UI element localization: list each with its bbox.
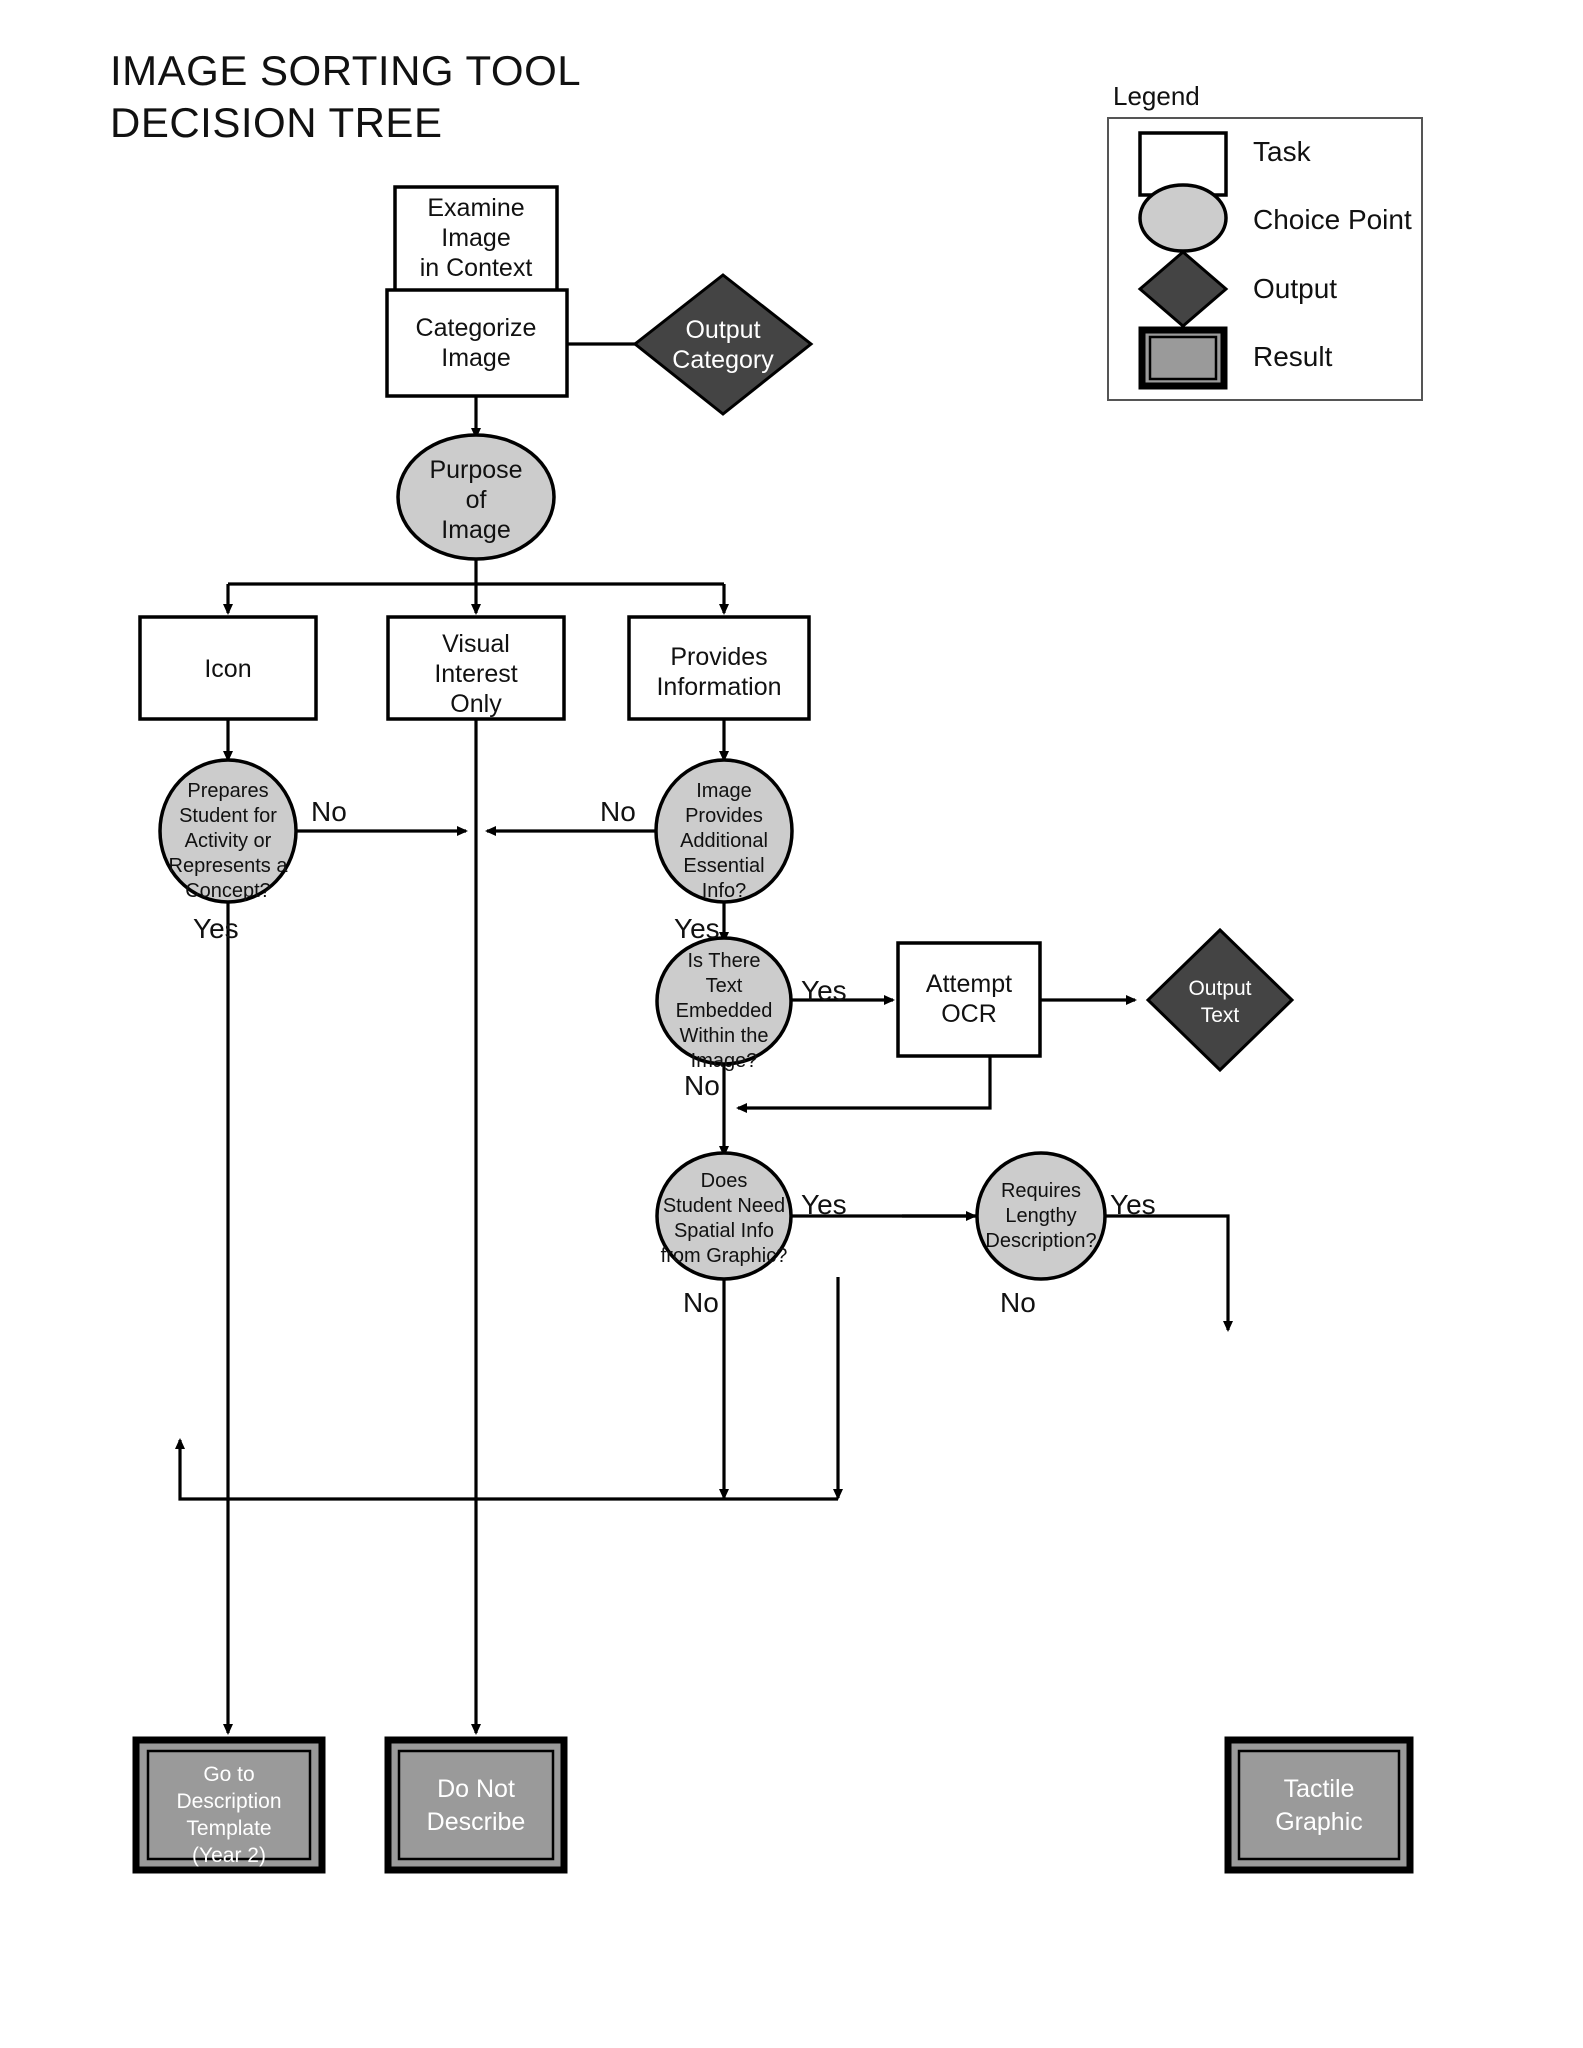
page-title-line2: DECISION TREE	[110, 99, 442, 146]
legend-item-label: Result	[1253, 341, 1333, 372]
node-label: Activity or	[185, 830, 272, 852]
node-label: Text	[1201, 1004, 1240, 1027]
node-label: Text	[706, 975, 743, 997]
node-output-category-shape[interactable]	[632, 273, 814, 416]
node-prepares-student[interactable]: Prepares Student for Activity or Represe…	[158, 758, 298, 904]
node-label: Template	[186, 1817, 271, 1840]
node-label: Image	[441, 516, 510, 544]
edge-label-provides-info-no: No	[600, 796, 636, 827]
legend: Legend Task Choice Point Output Result	[1107, 81, 1423, 401]
edge-label-lengthy-yes: Yes	[1110, 1189, 1156, 1220]
node-label: Category	[672, 346, 774, 374]
node-label: Does	[701, 1170, 748, 1192]
legend-choice-shape	[1138, 183, 1228, 253]
node-tactile-graphic[interactable]: Tactile Graphic	[1224, 1736, 1414, 1874]
node-label: Image	[441, 344, 510, 372]
node-label: Image?	[691, 1050, 758, 1072]
edge-attempt-ocr-to-main-column	[736, 1056, 992, 1113]
node-label: from Graphic?	[661, 1245, 788, 1267]
edge-label-provides-info-yes: Yes	[674, 913, 720, 944]
page-title: IMAGE SORTING TOOL DECISION TREE	[110, 47, 581, 146]
edge-label-text-embedded-no: No	[684, 1070, 720, 1101]
node-output-text[interactable]: Output Text	[1145, 927, 1295, 1073]
node-do-not-describe-shape-inner	[397, 1749, 555, 1861]
node-label: of	[466, 486, 487, 514]
decision-tree-diagram: IMAGE SORTING TOOL DECISION TREE Legend …	[110, 47, 1423, 1874]
node-label: Image	[696, 780, 752, 802]
node-label: Spatial Info	[674, 1220, 774, 1242]
node-label: Visual	[442, 630, 510, 658]
node-purpose-of-image[interactable]: Purpose of Image	[396, 433, 556, 561]
node-label: Output	[1188, 977, 1251, 1000]
node-label: Categorize	[416, 314, 537, 342]
node-label: (Year 2)	[192, 1844, 266, 1867]
node-tactile-graphic-shape-inner	[1237, 1749, 1401, 1861]
node-lengthy-description[interactable]: Requires Lengthy Description?	[975, 1151, 1107, 1281]
node-label: Purpose	[429, 456, 522, 484]
node-label: Description?	[985, 1230, 1096, 1252]
node-label: Attempt	[926, 970, 1012, 998]
node-spatial-info[interactable]: Does Student Need Spatial Info from Grap…	[655, 1151, 793, 1281]
node-label: Provides	[685, 805, 763, 827]
node-output-text-shape[interactable]	[1145, 927, 1295, 1073]
node-label: Information	[656, 673, 781, 701]
legend-item-label: Output	[1253, 273, 1337, 304]
node-label: Represents a	[169, 855, 289, 877]
node-label: Essential	[683, 855, 764, 877]
node-label: Student Need	[663, 1195, 785, 1217]
node-label: Image	[441, 224, 510, 252]
node-label: Additional	[680, 830, 768, 852]
page-title-line1: IMAGE SORTING TOOL	[110, 47, 581, 94]
node-label: Requires	[1001, 1180, 1081, 1202]
node-label: Prepares	[187, 780, 268, 802]
node-image-provides-info[interactable]: Image Provides Additional Essential Info…	[654, 758, 794, 904]
edge-label-lengthy-no: No	[1000, 1287, 1036, 1318]
edge-label-prepares-no: No	[311, 796, 347, 827]
node-examine-image[interactable]: Examine Image in Context	[393, 185, 559, 297]
node-label: Student for	[179, 805, 277, 827]
edge-label-spatial-yes: Yes	[801, 1189, 847, 1220]
node-label: Tactile	[1284, 1775, 1355, 1803]
node-label: Embedded	[676, 1000, 773, 1022]
legend-result-shape-inner	[1148, 335, 1218, 381]
node-label: Only	[450, 690, 502, 718]
node-label: Graphic	[1275, 1808, 1363, 1836]
node-label: Info?	[702, 880, 746, 902]
node-label: Lengthy	[1005, 1205, 1076, 1227]
node-label: Concept?	[185, 880, 271, 902]
node-label: Description	[176, 1790, 281, 1813]
node-label: Is There	[688, 950, 761, 972]
node-visual-interest-only[interactable]: Visual Interest Only	[386, 615, 566, 721]
legend-item-label: Task	[1253, 136, 1312, 167]
node-icon[interactable]: Icon	[138, 615, 318, 721]
node-categorize-image[interactable]: Categorize Image	[385, 288, 569, 398]
node-label: OCR	[941, 1000, 997, 1028]
node-label: Provides	[670, 643, 767, 671]
node-attempt-ocr[interactable]: Attempt OCR	[896, 941, 1042, 1058]
legend-item-label: Choice Point	[1253, 204, 1412, 235]
edge-label-text-embedded-yes: Yes	[801, 975, 847, 1006]
edge-bottom-bus-to-description-template	[175, 1438, 838, 1501]
node-label: Go to	[203, 1763, 254, 1786]
node-label: Output	[685, 316, 760, 344]
node-text-embedded[interactable]: Is There Text Embedded Within the Image?	[655, 936, 793, 1072]
node-description-template[interactable]: Go to Description Template (Year 2)	[132, 1736, 326, 1874]
node-label: Within the	[680, 1025, 769, 1047]
node-label: Do Not	[437, 1775, 515, 1803]
edge-label-prepares-yes: Yes	[193, 913, 239, 944]
node-label: Examine	[427, 194, 524, 222]
legend-heading: Legend	[1113, 81, 1200, 111]
node-categorize-image-shape[interactable]	[385, 288, 569, 398]
node-label: Icon	[204, 655, 251, 683]
node-label: Interest	[434, 660, 517, 688]
node-provides-information[interactable]: Provides Information	[627, 615, 811, 721]
edge-label-spatial-no: No	[683, 1287, 719, 1318]
node-label: in Context	[420, 254, 533, 282]
node-label: Describe	[427, 1808, 526, 1836]
node-do-not-describe[interactable]: Do Not Describe	[384, 1736, 568, 1874]
node-output-category[interactable]: Output Category	[632, 273, 814, 416]
